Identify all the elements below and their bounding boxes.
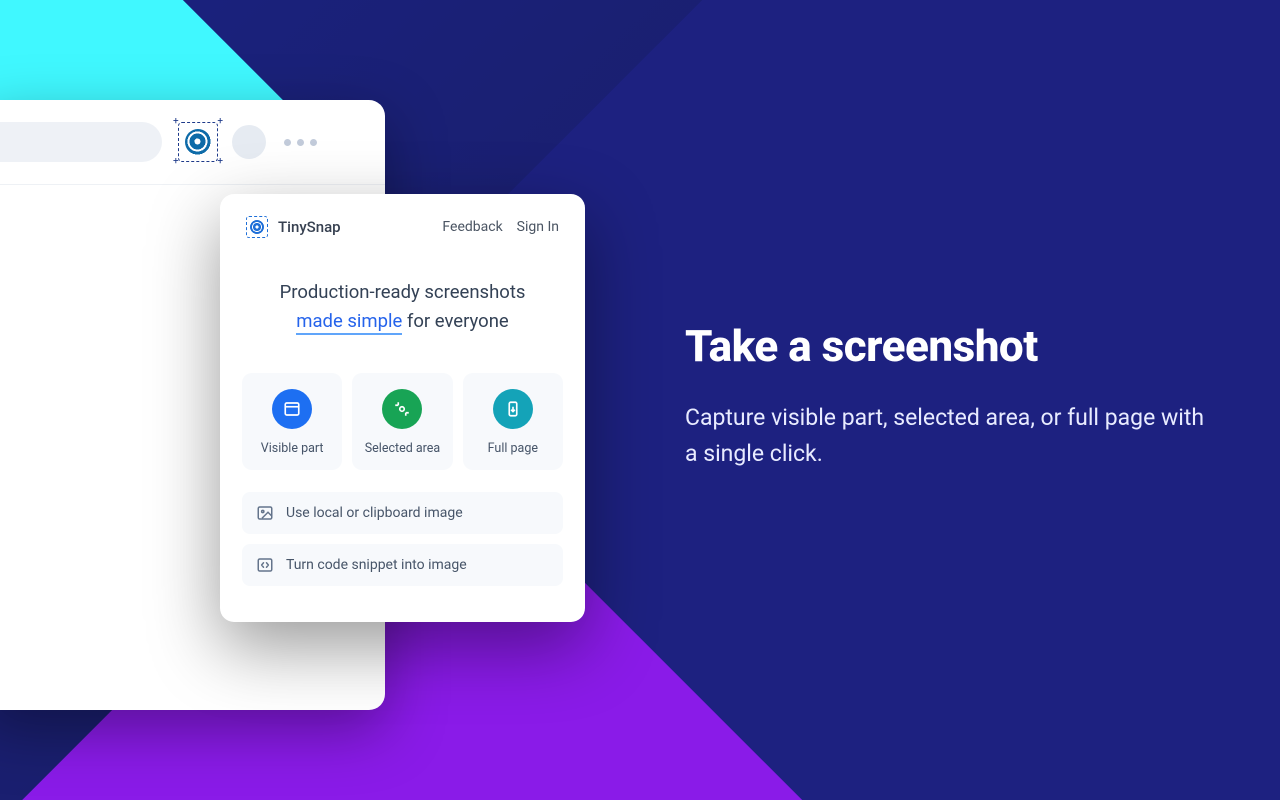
option-label: Selected area bbox=[358, 441, 446, 456]
crop-icon bbox=[382, 389, 422, 429]
popup-brand-name: TinySnap bbox=[278, 218, 341, 236]
tagline-prefix: Production-ready screenshots bbox=[280, 281, 526, 303]
option-visible-part[interactable]: Visible part bbox=[242, 373, 342, 470]
action-label: Use local or clipboard image bbox=[286, 505, 463, 521]
action-local-image[interactable]: Use local or clipboard image bbox=[242, 492, 563, 534]
action-code-snippet[interactable]: Turn code snippet into image bbox=[242, 544, 563, 586]
marketing-description: Capture visible part, selected area, or … bbox=[685, 400, 1205, 471]
image-icon bbox=[256, 504, 274, 522]
option-selected-area[interactable]: Selected area bbox=[352, 373, 452, 470]
marketing-title: Take a screenshot bbox=[685, 320, 1205, 372]
browser-menu-icon[interactable] bbox=[284, 139, 317, 146]
capture-options: Visible part Selected area Full page bbox=[220, 355, 585, 480]
feedback-link[interactable]: Feedback bbox=[442, 219, 502, 235]
popup-tagline: Production-ready screenshots made simple… bbox=[220, 248, 585, 355]
tinysnap-swirl-icon bbox=[185, 129, 211, 155]
option-full-page[interactable]: Full page bbox=[463, 373, 563, 470]
browser-toolbar: ++ ++ bbox=[0, 100, 385, 185]
popup-logo-icon bbox=[246, 216, 268, 238]
page-down-icon bbox=[493, 389, 533, 429]
browser-window-icon bbox=[272, 389, 312, 429]
option-label: Full page bbox=[469, 441, 557, 456]
tagline-highlight: made simple bbox=[296, 310, 402, 335]
action-label: Turn code snippet into image bbox=[286, 557, 467, 573]
secondary-actions: Use local or clipboard image Turn code s… bbox=[220, 480, 585, 622]
extension-icon[interactable]: ++ ++ bbox=[178, 122, 218, 162]
code-icon bbox=[256, 556, 274, 574]
tagline-suffix: for everyone bbox=[402, 310, 508, 332]
profile-avatar[interactable] bbox=[232, 125, 266, 159]
browser-urlbar bbox=[0, 122, 162, 162]
popup-header: TinySnap Feedback Sign In bbox=[220, 194, 585, 248]
option-label: Visible part bbox=[248, 441, 336, 456]
extension-popup: TinySnap Feedback Sign In Production-rea… bbox=[220, 194, 585, 622]
signin-link[interactable]: Sign In bbox=[517, 219, 559, 235]
marketing-copy: Take a screenshot Capture visible part, … bbox=[685, 320, 1205, 471]
